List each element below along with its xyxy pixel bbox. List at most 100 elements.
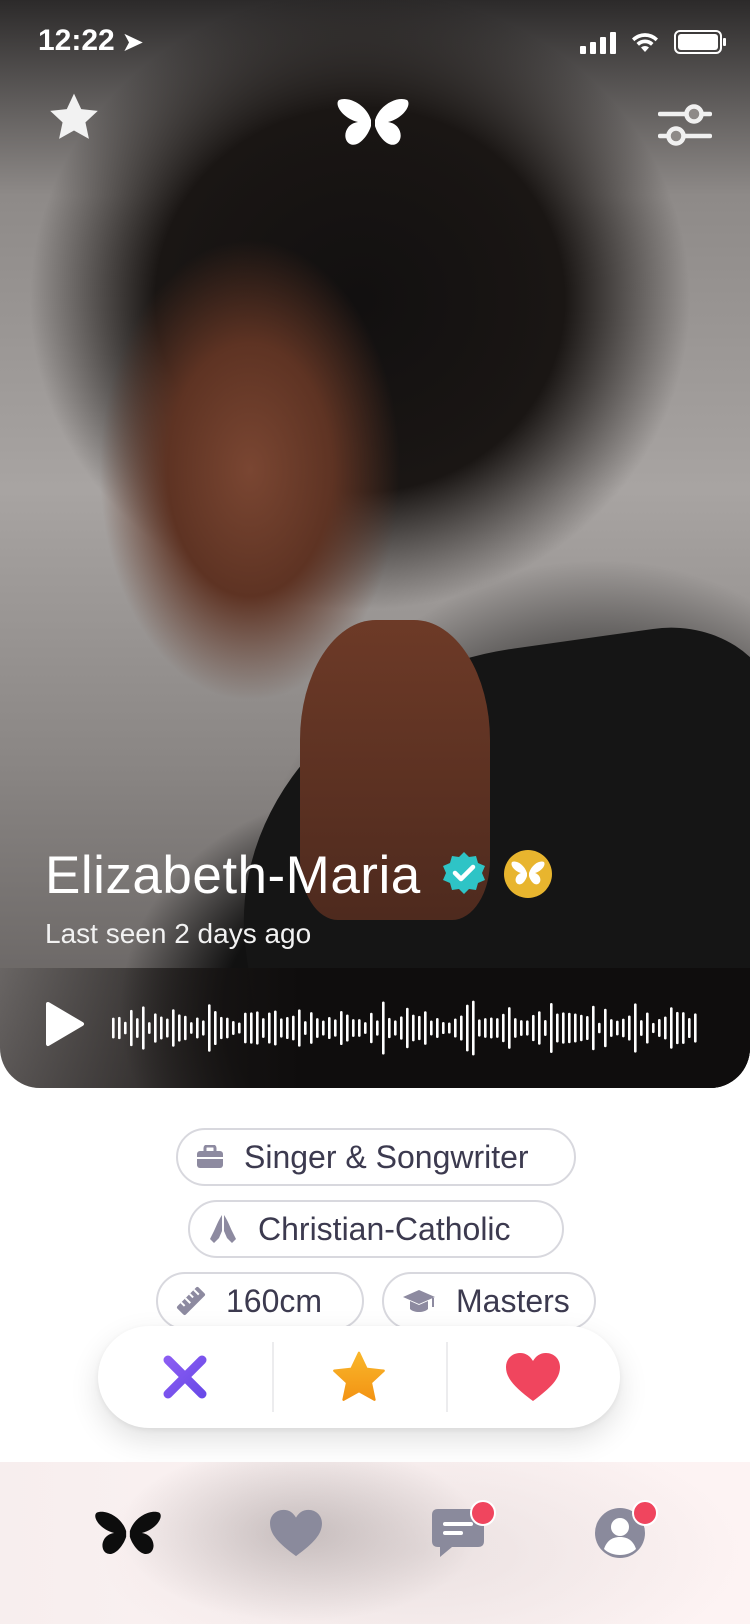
waveform-bar bbox=[154, 1013, 157, 1043]
notification-dot bbox=[632, 1500, 658, 1526]
waveform-bar bbox=[370, 1012, 373, 1044]
play-button[interactable] bbox=[44, 1000, 86, 1052]
waveform-bar bbox=[442, 1022, 445, 1034]
like-button[interactable] bbox=[446, 1326, 620, 1428]
waveform-bar bbox=[520, 1020, 523, 1036]
waveform-bar bbox=[250, 1012, 253, 1044]
dislike-button[interactable] bbox=[98, 1326, 272, 1428]
chip-label: Singer & Songwriter bbox=[244, 1138, 529, 1175]
star-icon bbox=[50, 93, 98, 139]
waveform-bar bbox=[352, 1019, 355, 1037]
waveform-bar bbox=[496, 1018, 499, 1038]
waveform-bar bbox=[580, 1014, 583, 1042]
status-time: 12:22 ➤ bbox=[38, 24, 143, 57]
filter-button[interactable] bbox=[657, 102, 713, 152]
waveform-bar bbox=[550, 1003, 553, 1053]
swipe-action-bar bbox=[98, 1326, 620, 1428]
profile-photo-card[interactable]: 12:22 ➤ Elizabeth-Maria Last seen 2 days… bbox=[0, 0, 750, 1088]
waveform-bar bbox=[586, 1015, 589, 1041]
waveform-bar bbox=[604, 1008, 607, 1048]
praying-hands-icon bbox=[208, 1213, 238, 1245]
waveform-bar bbox=[478, 1019, 481, 1037]
waveform-bar bbox=[670, 1007, 673, 1049]
favorites-star-button[interactable] bbox=[46, 90, 102, 148]
waveform-bar bbox=[286, 1016, 289, 1040]
profile-name-block: Elizabeth-Maria Last seen 2 days ago bbox=[45, 845, 553, 950]
waveform-bar bbox=[394, 1020, 397, 1036]
waveform-bar bbox=[400, 1016, 403, 1040]
waveform-bar bbox=[592, 1005, 595, 1051]
waveform-bar bbox=[142, 1006, 145, 1050]
voice-intro-player[interactable] bbox=[0, 968, 750, 1088]
location-arrow-icon: ➤ bbox=[122, 29, 143, 56]
waveform-bar bbox=[616, 1020, 619, 1036]
waveform-bar bbox=[340, 1011, 343, 1045]
status-bar: 12:22 ➤ bbox=[0, 0, 750, 88]
chip-religion: Christian-Catholic bbox=[188, 1200, 564, 1258]
waveform-bar bbox=[226, 1017, 229, 1039]
battery-icon bbox=[674, 30, 726, 54]
waveform-bar bbox=[538, 1011, 541, 1045]
waveform-bar bbox=[322, 1020, 325, 1036]
waveform-bar bbox=[304, 1021, 307, 1035]
waveform-bar bbox=[676, 1011, 679, 1045]
butterfly-icon bbox=[95, 1511, 161, 1555]
tab-discover[interactable] bbox=[88, 1498, 168, 1568]
waveform-bar bbox=[472, 1000, 475, 1056]
waveform-bar bbox=[310, 1012, 313, 1044]
play-icon bbox=[46, 1002, 84, 1046]
waveform-bar bbox=[688, 1017, 691, 1039]
waveform-bar bbox=[112, 1017, 115, 1039]
waveform-bar bbox=[244, 1012, 247, 1044]
waveform-bar bbox=[268, 1012, 271, 1044]
waveform-bar bbox=[196, 1017, 199, 1039]
waveform-bar bbox=[412, 1014, 415, 1042]
app-logo bbox=[336, 96, 410, 152]
waveform-bar bbox=[532, 1014, 535, 1042]
tab-profile[interactable] bbox=[580, 1498, 660, 1568]
waveform-bar bbox=[130, 1009, 133, 1047]
waveform-bar bbox=[160, 1016, 163, 1040]
waveform-bar bbox=[490, 1017, 493, 1039]
notification-dot bbox=[470, 1500, 496, 1526]
waveform-bar bbox=[232, 1021, 235, 1035]
waveform-bar bbox=[556, 1013, 559, 1043]
waveform-bar bbox=[136, 1018, 139, 1038]
chip-label: Christian-Catholic bbox=[258, 1210, 511, 1247]
waveform-bar bbox=[622, 1018, 625, 1038]
tab-messages[interactable] bbox=[418, 1498, 498, 1568]
waveform-bar bbox=[184, 1015, 187, 1041]
x-icon bbox=[163, 1355, 207, 1399]
chip-label: Masters bbox=[456, 1282, 570, 1319]
waveform-bar bbox=[508, 1007, 511, 1049]
bottom-tab-bar bbox=[0, 1462, 750, 1624]
chip-height: 160cm bbox=[156, 1272, 364, 1330]
wifi-icon bbox=[632, 33, 658, 52]
waveform-bar bbox=[460, 1015, 463, 1041]
voice-waveform-icon[interactable] bbox=[110, 998, 700, 1058]
waveform-bar bbox=[568, 1012, 571, 1044]
superlike-button[interactable] bbox=[272, 1326, 446, 1428]
briefcase-icon bbox=[196, 1145, 224, 1169]
waveform-bar bbox=[202, 1020, 205, 1036]
waveform-bar bbox=[658, 1019, 661, 1037]
waveform-bar bbox=[190, 1022, 193, 1034]
filter-sliders-icon bbox=[657, 104, 713, 146]
profile-name: Elizabeth-Maria bbox=[45, 846, 421, 905]
waveform-bar bbox=[646, 1012, 649, 1044]
waveform-bar bbox=[316, 1018, 319, 1038]
waveform-bar bbox=[448, 1022, 451, 1034]
waveform-bar bbox=[466, 1004, 469, 1052]
waveform-bar bbox=[172, 1009, 175, 1047]
waveform-bar bbox=[484, 1018, 487, 1038]
waveform-bar bbox=[382, 1001, 385, 1055]
chip-education: Masters bbox=[382, 1272, 596, 1330]
heart-icon bbox=[506, 1353, 560, 1401]
tab-likes[interactable] bbox=[256, 1498, 336, 1568]
waveform-bar bbox=[436, 1018, 439, 1038]
waveform-bar bbox=[256, 1011, 259, 1045]
waveform-bar bbox=[358, 1019, 361, 1037]
waveform-bar bbox=[298, 1009, 301, 1047]
waveform-bar bbox=[574, 1013, 577, 1043]
waveform-bar bbox=[694, 1013, 697, 1043]
